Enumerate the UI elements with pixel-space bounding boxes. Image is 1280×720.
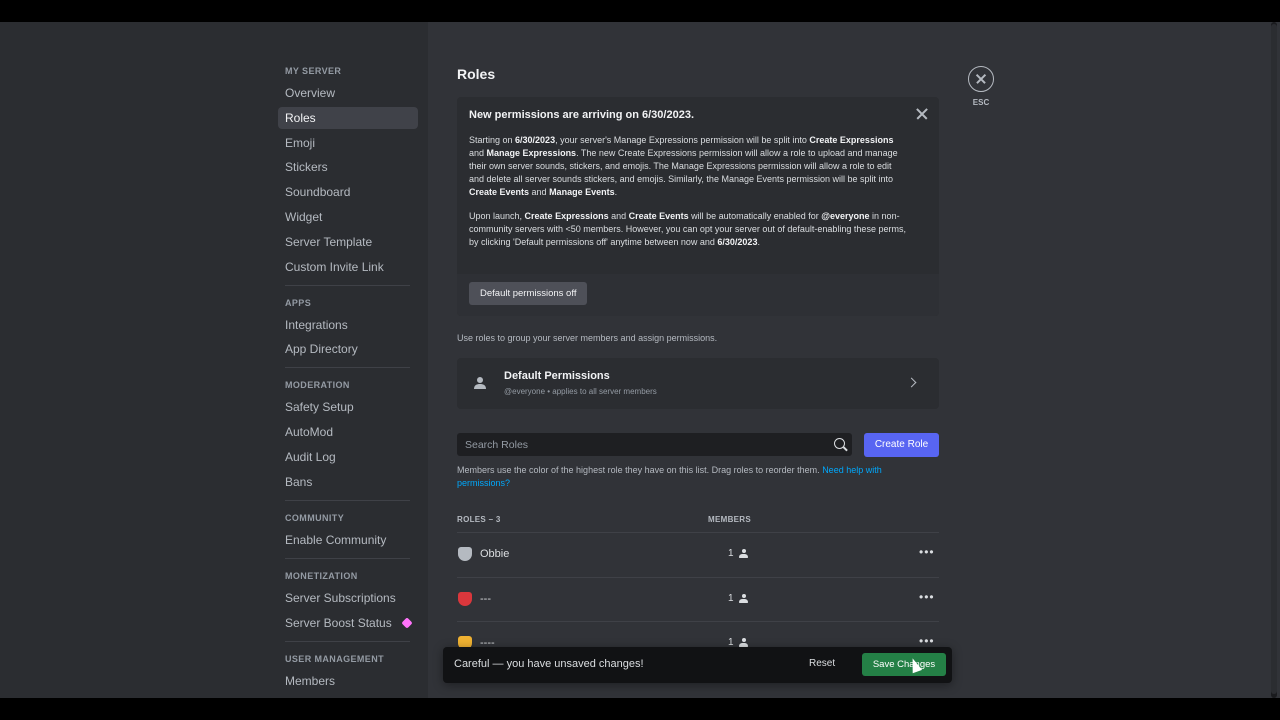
members-header: MEMBERS — [708, 515, 751, 524]
role-shield-icon — [458, 547, 472, 561]
sidebar-heading: COMMUNITY — [285, 512, 345, 523]
sidebar-item-label: Overview — [285, 86, 336, 100]
sidebar-item-label: App Directory — [285, 342, 358, 357]
sidebar-heading: USER MANAGEMENT — [285, 653, 385, 664]
sidebar-item-members[interactable]: Members — [278, 670, 418, 692]
roles-count-header: ROLES – 3 — [457, 515, 501, 524]
esc-label: ESC — [972, 98, 990, 107]
sidebar-item-server-template[interactable]: Server Template — [278, 231, 418, 253]
sidebar-item-label: Server Template — [285, 234, 373, 249]
sidebar-item-label: Safety Setup — [285, 400, 354, 415]
more-options-icon[interactable]: ••• — [919, 635, 934, 647]
sidebar-heading: MODERATION — [285, 380, 350, 391]
sidebar-separator — [285, 499, 410, 501]
sidebar-item-label: Bans — [285, 474, 313, 489]
person-icon — [739, 593, 748, 604]
sidebar-item-label: Emoji — [285, 135, 316, 150]
sidebar-item-label: Members — [285, 673, 336, 688]
more-options-icon[interactable]: ••• — [919, 546, 934, 558]
sidebar-item-widget[interactable]: Widget — [278, 206, 418, 228]
sidebar-item-safety-setup[interactable]: Safety Setup — [278, 396, 418, 418]
sidebar-item-label: Integrations — [285, 317, 348, 332]
create-role-button[interactable]: Create Role — [864, 433, 939, 457]
default-permissions-subtitle: @everyone • applies to all server member… — [504, 387, 657, 396]
role-member-count: 1 — [728, 548, 734, 559]
chevron-right-icon — [906, 377, 917, 388]
sidebar-item-server-subscriptions[interactable]: Server Subscriptions — [278, 587, 418, 609]
sidebar-item-label: Server Boost Status — [285, 615, 392, 630]
role-row[interactable]: --- 1 ••• — [457, 576, 939, 622]
sidebar-item-automod[interactable]: AutoMod — [278, 421, 418, 443]
sidebar-item-audit-log[interactable]: Audit Log — [278, 446, 418, 468]
roles-description: Use roles to group your server members a… — [457, 333, 718, 343]
sidebar-heading: MY SERVER — [285, 66, 342, 76]
save-changes-button[interactable]: Save Changes — [862, 653, 946, 676]
person-icon — [739, 549, 748, 559]
sidebar-item-label: AutoMod — [285, 425, 334, 440]
roles-table-header: ROLES – 3 MEMBERS — [457, 515, 939, 524]
sidebar-item-label: Server Subscriptions — [285, 590, 396, 605]
sidebar-nav: MY SERVER Overview Roles Emoji Stickers Sound… — [278, 64, 418, 694]
sidebar-item-enable-community[interactable]: Enable Community — [278, 529, 418, 551]
app-window: MY SERVER Overview Roles Emoji Stickers Sound… — [0, 22, 1280, 698]
boost-gem-icon — [401, 616, 413, 629]
sidebar-item-soundboard[interactable]: Soundboard — [278, 181, 418, 203]
unsaved-changes-bar: Careful — you have unsaved changes! Rese… — [443, 647, 952, 683]
sidebar-separator — [285, 367, 410, 369]
unsaved-message: Careful — you have unsaved changes! — [454, 658, 644, 670]
role-name: Obbie — [480, 548, 510, 560]
sidebar-item-overview[interactable]: Overview — [278, 82, 418, 104]
sidebar-item-server-boost-status[interactable]: Server Boost Status — [278, 612, 418, 634]
sidebar-heading: APPS — [285, 297, 312, 308]
sidebar-item-bans[interactable]: Bans — [278, 471, 418, 493]
sidebar-item-label: Roles — [285, 110, 316, 125]
role-shield-icon — [458, 591, 472, 606]
close-icon[interactable] — [968, 66, 994, 92]
sidebar-separator — [285, 284, 410, 286]
default-permissions-off-button[interactable]: Default permissions off — [469, 282, 588, 305]
sidebar-heading: MONETIZATION — [285, 570, 358, 581]
close-settings[interactable]: ESC — [966, 66, 996, 107]
members-icon — [474, 377, 486, 389]
notice-footer: Default permissions off — [457, 274, 939, 316]
hint-text: Members use the color of the highest rol… — [457, 465, 823, 475]
notice-paragraph-1: Starting on 6/30/2023, your server's Man… — [469, 135, 898, 197]
sidebar-item-app-directory[interactable]: App Directory — [278, 338, 418, 360]
sidebar-item-label: Custom Invite Link — [285, 259, 384, 274]
notice-paragraph-2: Upon launch, Create Expressions and Crea… — [469, 211, 906, 247]
role-row[interactable]: Obbie 1 ••• — [457, 532, 939, 577]
sidebar-item-integrations[interactable]: Integrations — [278, 314, 418, 336]
close-icon[interactable] — [915, 107, 929, 121]
sidebar-item-label: Audit Log — [285, 449, 336, 464]
sidebar-item-label: Widget — [285, 209, 323, 224]
search-roles-input[interactable] — [457, 433, 852, 456]
sidebar-item-custom-invite-link[interactable]: Custom Invite Link — [278, 256, 418, 278]
sidebar-item-label: Stickers — [285, 160, 328, 175]
sidebar-item-label: Soundboard — [285, 185, 351, 200]
role-member-count: 1 — [728, 592, 734, 604]
sidebar-item-roles[interactable]: Roles — [278, 106, 418, 129]
sidebar-item-stickers[interactable]: Stickers — [278, 156, 418, 178]
scrollbar-thumb[interactable] — [1271, 24, 1277, 694]
roles-hint: Members use the color of the highest rol… — [457, 464, 937, 490]
reset-button[interactable]: Reset — [809, 658, 835, 669]
default-permissions-card[interactable]: Default Permissions @everyone • applies … — [457, 358, 939, 409]
role-name: --- — [480, 592, 491, 605]
search-icon — [834, 438, 845, 449]
more-options-icon[interactable]: ••• — [919, 591, 934, 603]
settings-sidebar: MY SERVER Overview Roles Emoji Stickers Sound… — [0, 22, 428, 698]
sidebar-separator — [285, 640, 410, 642]
page-title: Roles — [457, 66, 496, 82]
sidebar-separator — [285, 557, 410, 559]
sidebar-item-emoji[interactable]: Emoji — [278, 132, 418, 154]
notice-title: New permissions are arriving on 6/30/202… — [469, 109, 694, 121]
permissions-notice: New permissions are arriving on 6/30/202… — [457, 97, 939, 316]
default-permissions-title: Default Permissions — [504, 370, 610, 382]
sidebar-item-label: Enable Community — [285, 532, 387, 547]
